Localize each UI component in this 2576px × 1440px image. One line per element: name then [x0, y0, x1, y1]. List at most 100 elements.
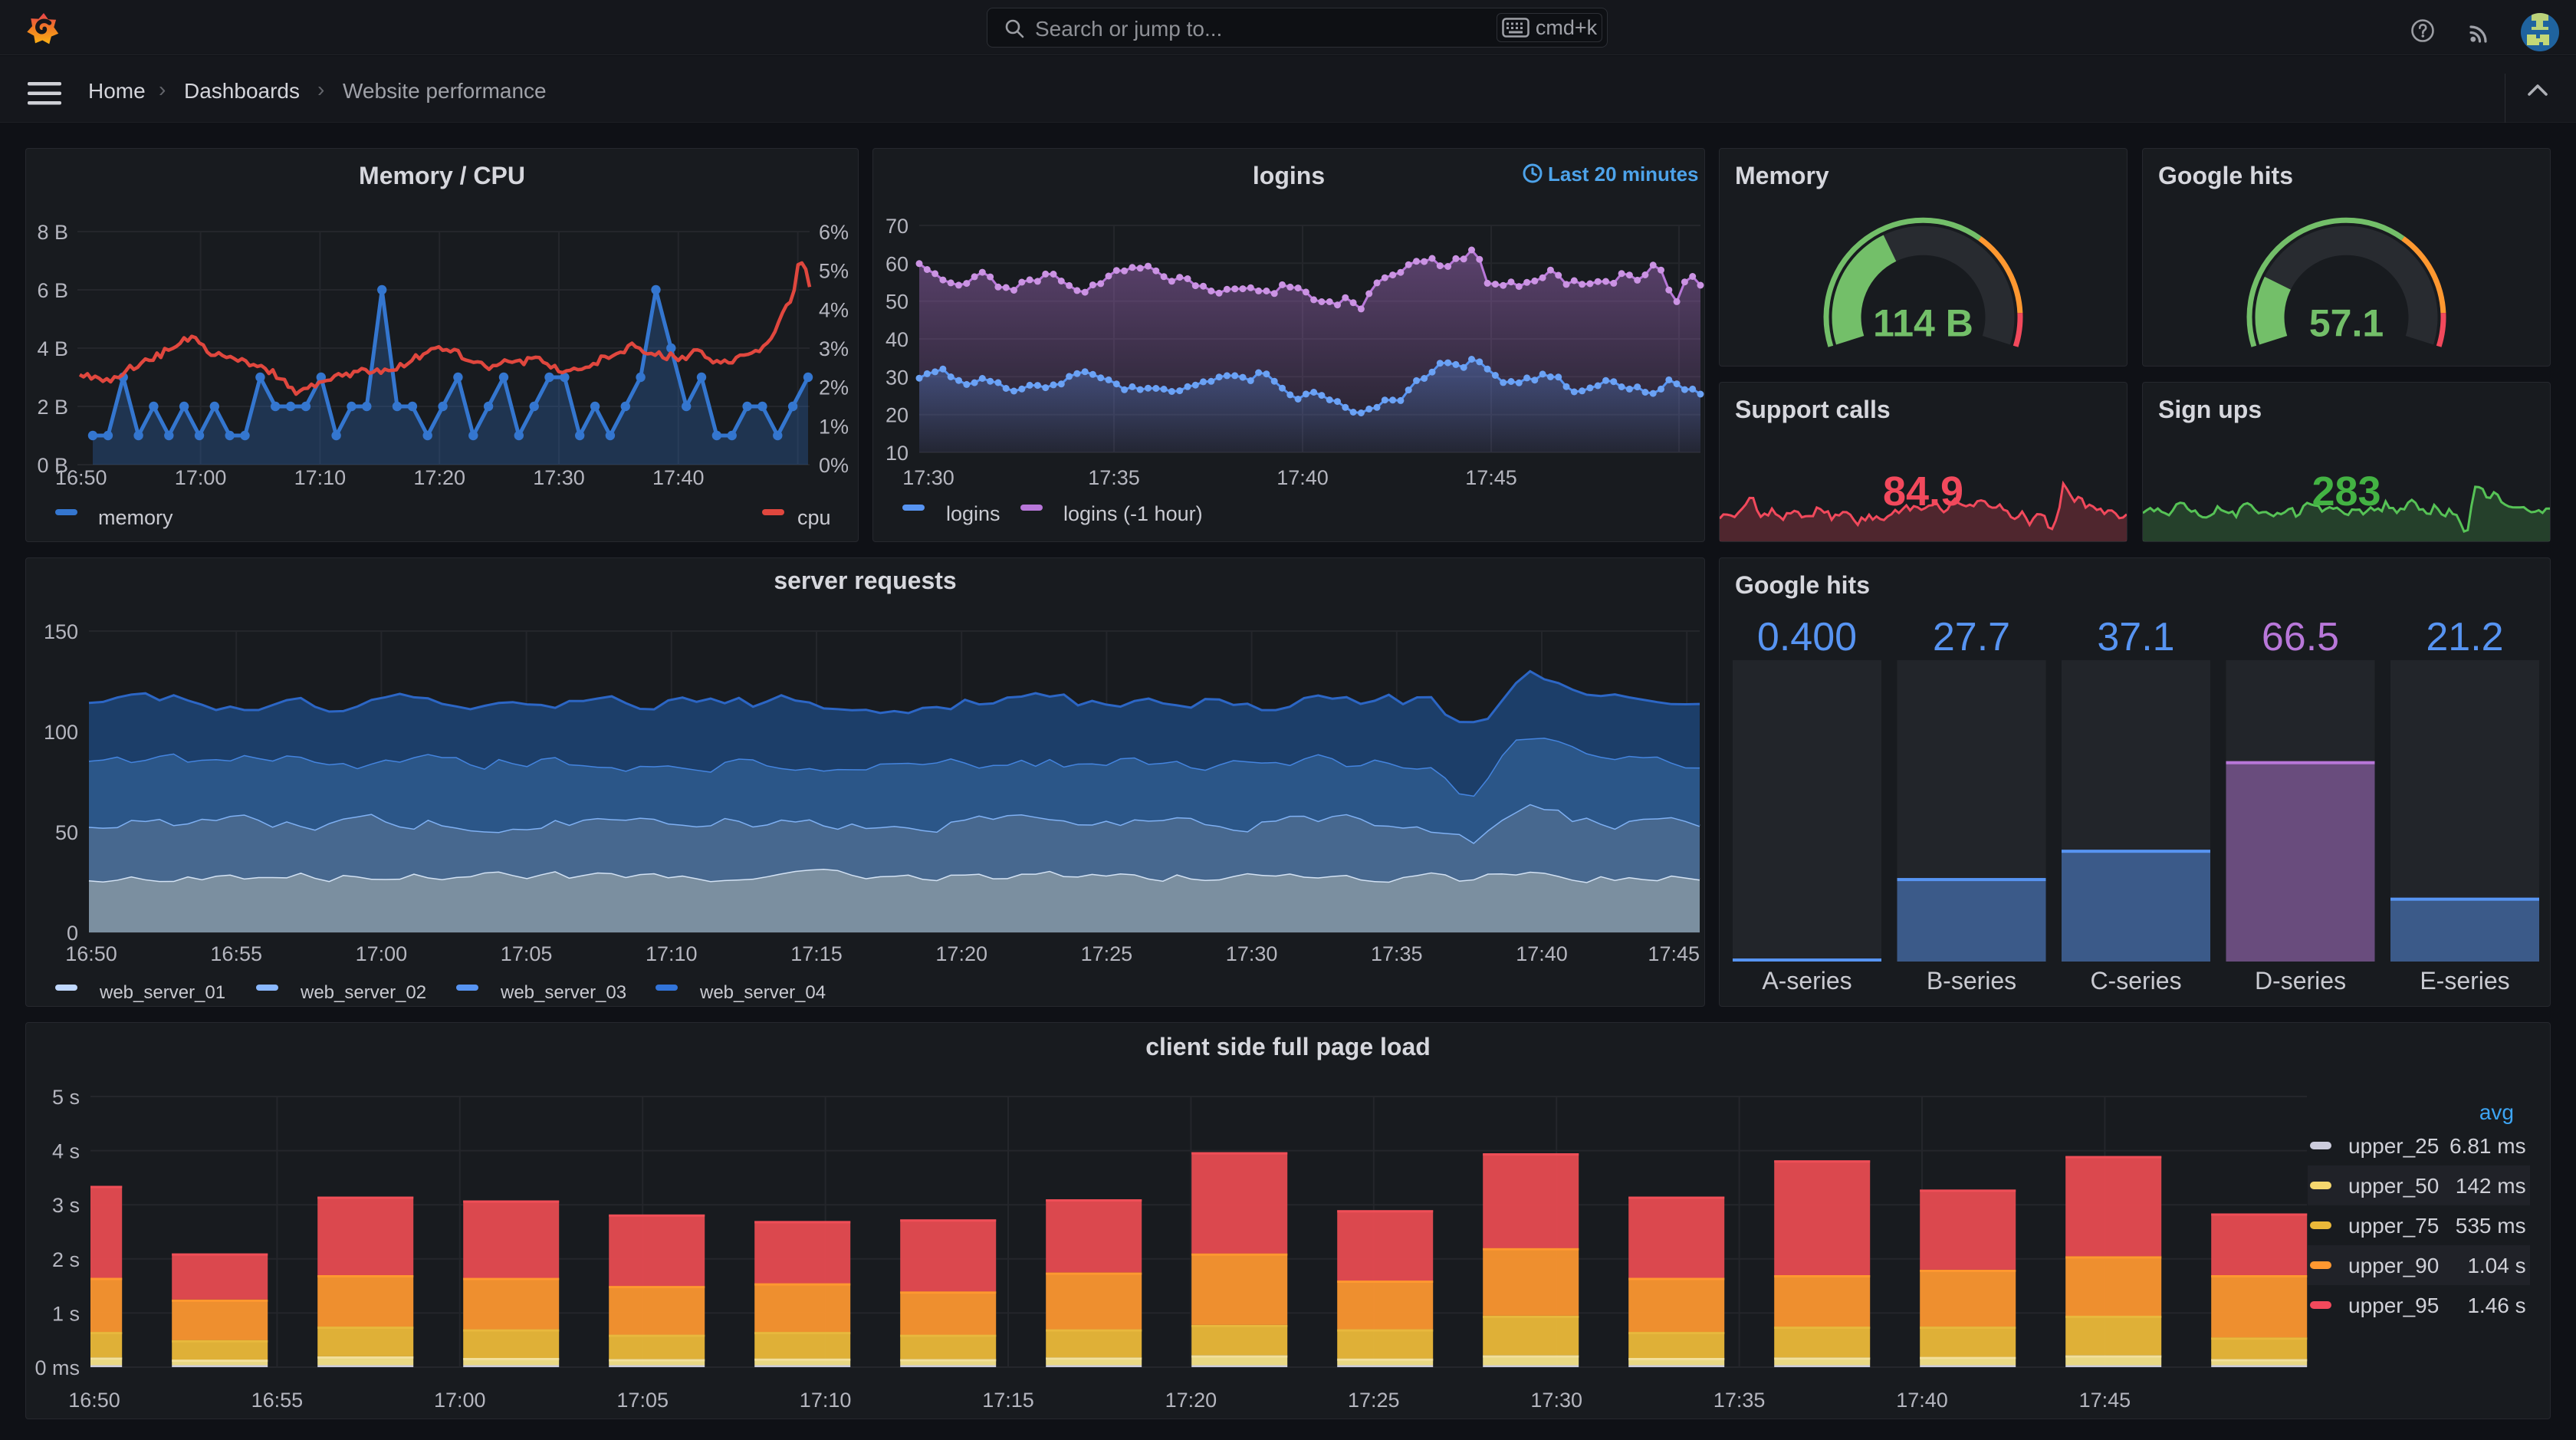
svg-text:16:50: 16:50 [55, 466, 107, 489]
svg-text:17:30: 17:30 [1226, 942, 1278, 965]
svg-text:17:40: 17:40 [1896, 1389, 1948, 1412]
svg-text:0.400: 0.400 [1757, 615, 1857, 659]
svg-text:17:45: 17:45 [1648, 942, 1700, 965]
svg-text:17:20: 17:20 [935, 942, 987, 965]
svg-text:17:25: 17:25 [1348, 1389, 1400, 1412]
svg-text:37.1: 37.1 [2097, 615, 2174, 659]
svg-text:142 ms: 142 ms [2456, 1174, 2526, 1198]
svg-text:17:15: 17:15 [982, 1389, 1034, 1412]
svg-text:1 s: 1 s [52, 1302, 80, 1325]
svg-text:60: 60 [886, 252, 909, 275]
svg-text:Memory / CPU: Memory / CPU [359, 162, 525, 189]
svg-text:17:05: 17:05 [501, 942, 553, 965]
svg-text:avg: avg [2479, 1100, 2514, 1124]
svg-text:17:35: 17:35 [1714, 1389, 1766, 1412]
svg-text:17:20: 17:20 [1165, 1389, 1217, 1412]
svg-text:17:25: 17:25 [1081, 942, 1133, 965]
svg-text:70: 70 [886, 215, 909, 238]
svg-text:cpu: cpu [797, 506, 831, 529]
svg-text:17:35: 17:35 [1088, 466, 1140, 489]
svg-text:5%: 5% [819, 260, 849, 283]
svg-text:21.2: 21.2 [2426, 615, 2503, 659]
svg-text:16:50: 16:50 [68, 1389, 120, 1412]
svg-text:17:00: 17:00 [434, 1389, 486, 1412]
svg-text:16:55: 16:55 [210, 942, 262, 965]
svg-text:upper_25: upper_25 [2348, 1134, 2439, 1158]
svg-text:17:05: 17:05 [616, 1389, 669, 1412]
svg-text:B-series: B-series [1927, 967, 2016, 995]
svg-text:50: 50 [55, 821, 78, 844]
svg-text:Google hits: Google hits [2158, 162, 2293, 189]
svg-text:4 B: 4 B [37, 337, 68, 360]
svg-text:Google hits: Google hits [1735, 571, 1870, 599]
svg-text:16:55: 16:55 [251, 1389, 304, 1412]
svg-text:client side full page load: client side full page load [1145, 1033, 1431, 1060]
svg-text:27.7: 27.7 [1933, 615, 2010, 659]
svg-text:4%: 4% [819, 298, 849, 321]
svg-text:logins: logins [1253, 162, 1325, 189]
svg-text:2 B: 2 B [37, 396, 68, 419]
svg-text:upper_90: upper_90 [2348, 1254, 2439, 1277]
svg-text:17:35: 17:35 [1371, 942, 1423, 965]
svg-text:upper_50: upper_50 [2348, 1174, 2439, 1198]
svg-text:4 s: 4 s [52, 1140, 80, 1163]
svg-text:17:00: 17:00 [175, 466, 227, 489]
svg-text:3 s: 3 s [52, 1194, 80, 1217]
svg-text:C-series: C-series [2090, 967, 2181, 995]
svg-text:150: 150 [44, 620, 78, 643]
svg-text:upper_75: upper_75 [2348, 1214, 2439, 1238]
svg-text:web_server_02: web_server_02 [300, 982, 426, 1003]
svg-text:17:30: 17:30 [533, 466, 585, 489]
svg-text:3%: 3% [819, 337, 849, 360]
svg-text:20: 20 [886, 404, 909, 427]
svg-text:10: 10 [886, 442, 909, 465]
svg-text:0%: 0% [819, 454, 849, 477]
svg-text:web_server_03: web_server_03 [500, 982, 626, 1003]
svg-text:upper_95: upper_95 [2348, 1294, 2439, 1317]
svg-text:17:40: 17:40 [1276, 466, 1329, 489]
svg-text:6.81 ms: 6.81 ms [2450, 1134, 2526, 1158]
svg-text:6%: 6% [819, 221, 849, 244]
svg-text:A-series: A-series [1762, 967, 1852, 995]
svg-text:17:40: 17:40 [1516, 942, 1568, 965]
svg-text:server requests: server requests [774, 567, 956, 594]
svg-text:D-series: D-series [2255, 967, 2346, 995]
svg-text:5 s: 5 s [52, 1086, 80, 1109]
svg-text:Last 20 minutes: Last 20 minutes [1548, 163, 1699, 186]
svg-text:17:00: 17:00 [356, 942, 408, 965]
svg-text:17:10: 17:10 [646, 942, 698, 965]
svg-text:283: 283 [2312, 468, 2380, 515]
svg-text:17:30: 17:30 [902, 466, 955, 489]
svg-text:50: 50 [886, 291, 909, 314]
svg-text:84.9: 84.9 [1883, 468, 1963, 515]
svg-text:memory: memory [98, 506, 173, 529]
svg-text:17:40: 17:40 [652, 466, 705, 489]
svg-text:66.5: 66.5 [2262, 615, 2339, 659]
svg-text:17:45: 17:45 [1465, 466, 1517, 489]
svg-text:40: 40 [886, 328, 909, 351]
svg-text:Sign ups: Sign ups [2158, 396, 2262, 423]
svg-text:2%: 2% [819, 376, 849, 399]
svg-text:17:15: 17:15 [790, 942, 843, 965]
svg-text:8 B: 8 B [37, 221, 68, 244]
svg-text:1.46 s: 1.46 s [2467, 1294, 2525, 1317]
svg-text:logins: logins [946, 502, 1001, 525]
svg-text:logins (-1 hour): logins (-1 hour) [1063, 502, 1203, 525]
svg-text:web_server_01: web_server_01 [99, 982, 225, 1003]
svg-text:Support calls: Support calls [1735, 396, 1891, 423]
svg-text:17:45: 17:45 [2079, 1389, 2131, 1412]
svg-text:1.04 s: 1.04 s [2467, 1254, 2525, 1277]
svg-text:Memory: Memory [1735, 162, 1829, 189]
svg-text:17:10: 17:10 [800, 1389, 852, 1412]
svg-text:web_server_04: web_server_04 [699, 982, 826, 1003]
svg-text:0: 0 [67, 922, 78, 945]
svg-text:100: 100 [44, 721, 78, 744]
svg-text:6 B: 6 B [37, 279, 68, 302]
svg-text:30: 30 [886, 366, 909, 389]
svg-text:114 B: 114 B [1873, 302, 1973, 345]
svg-text:1%: 1% [819, 415, 849, 438]
svg-text:E-series: E-series [2420, 967, 2509, 995]
svg-text:0 ms: 0 ms [34, 1356, 80, 1379]
svg-text:17:20: 17:20 [413, 466, 465, 489]
svg-text:17:30: 17:30 [1530, 1389, 1582, 1412]
